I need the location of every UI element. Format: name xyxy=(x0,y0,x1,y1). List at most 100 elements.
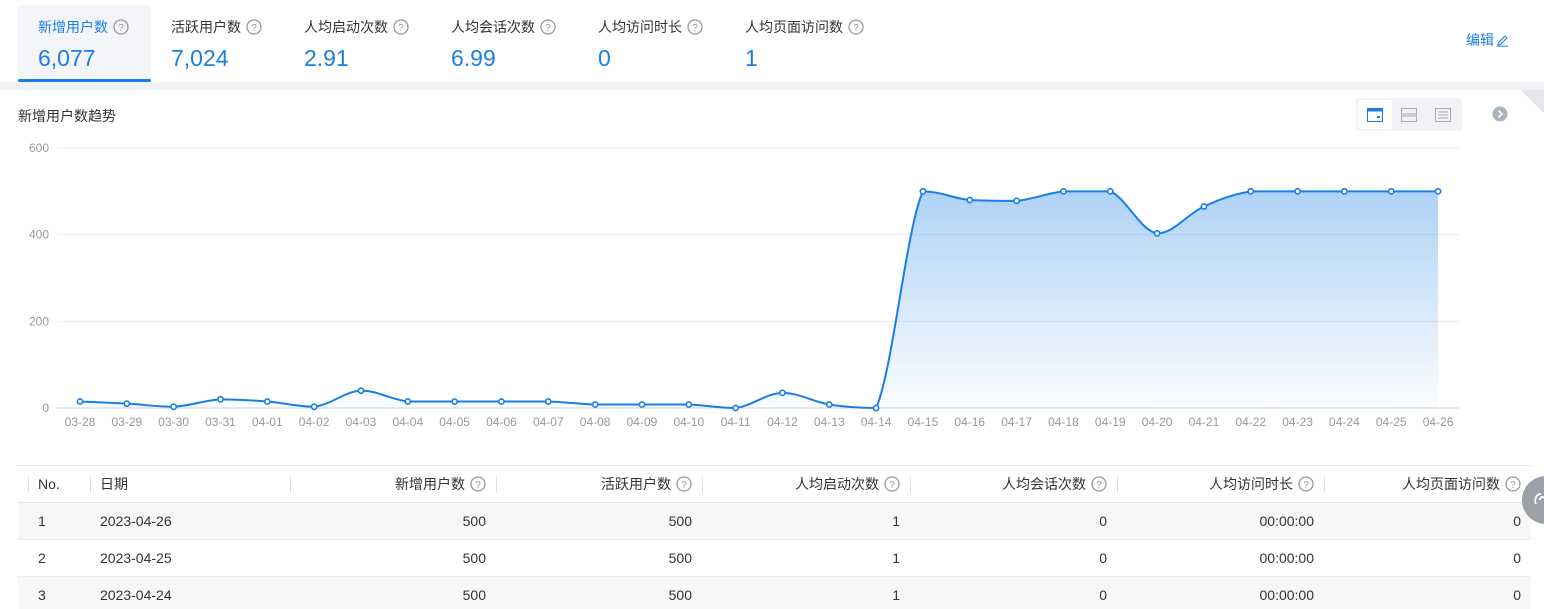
data-point[interactable] xyxy=(310,403,318,411)
analytics-page: 新增用户数? 6,077 活跃用户数? 7,024 人均启动次数? 2.91 人… xyxy=(0,0,1544,609)
svg-text:?: ? xyxy=(251,23,257,34)
help-icon[interactable]: ? xyxy=(1505,476,1521,492)
data-point[interactable] xyxy=(1200,203,1208,210)
data-point[interactable] xyxy=(591,401,599,408)
cell-launches: 1 xyxy=(702,539,910,577)
y-tick-label: 600 xyxy=(29,141,49,155)
column-header-duration[interactable]: 人均访问时长? xyxy=(1117,465,1324,503)
cell-active-users: 500 xyxy=(496,502,702,540)
data-point[interactable] xyxy=(919,187,927,195)
data-point[interactable] xyxy=(544,398,552,405)
data-point[interactable] xyxy=(732,404,740,412)
cell-active-users: 500 xyxy=(496,539,702,577)
help-icon[interactable]: ? xyxy=(687,19,703,35)
help-icon[interactable]: ? xyxy=(113,19,129,35)
data-point[interactable] xyxy=(217,395,224,403)
x-tick-label: 04-06 xyxy=(486,415,517,429)
column-header-date[interactable]: 日期 xyxy=(90,465,290,503)
data-point[interactable] xyxy=(1341,187,1348,195)
list-view-icon xyxy=(1435,107,1451,122)
data-point[interactable] xyxy=(1387,187,1395,195)
data-point[interactable] xyxy=(1106,187,1114,195)
cell-duration: 00:00:00 xyxy=(1117,539,1324,577)
chart-title: 新增用户数趋势 xyxy=(18,108,116,124)
column-header-no[interactable]: No. xyxy=(18,465,90,503)
svg-text:?: ? xyxy=(853,23,859,34)
svg-text:?: ? xyxy=(1510,480,1516,491)
data-point[interactable] xyxy=(825,401,833,408)
section-divider xyxy=(0,82,1544,90)
svg-text:?: ? xyxy=(692,23,698,34)
column-header-sessions[interactable]: 人均会话次数? xyxy=(910,465,1117,503)
x-tick-label: 04-12 xyxy=(767,415,798,429)
x-tick-label: 04-25 xyxy=(1376,415,1407,429)
metric-label: 人均页面访问数 xyxy=(745,19,843,35)
table-row[interactable]: 2 2023-04-25 500 500 1 0 00:00:00 0 xyxy=(18,539,1531,577)
table-row[interactable]: 1 2023-04-26 500 500 1 0 00:00:00 0 xyxy=(18,502,1531,540)
help-icon[interactable]: ? xyxy=(884,476,900,492)
data-point[interactable] xyxy=(685,401,693,408)
x-tick-label: 04-13 xyxy=(814,415,845,429)
x-tick-label: 04-17 xyxy=(1001,415,1032,429)
metric-tab-new-users[interactable]: 新增用户数? 6,077 xyxy=(18,5,151,82)
help-icon[interactable]: ? xyxy=(1298,476,1314,492)
metric-tab-pageviews-per-user[interactable]: 人均页面访问数? 1 xyxy=(725,5,885,82)
x-tick-label: 04-07 xyxy=(533,415,564,429)
data-point[interactable] xyxy=(498,398,505,405)
data-point[interactable] xyxy=(1013,197,1020,205)
data-point[interactable] xyxy=(1247,187,1255,195)
list-view-button[interactable] xyxy=(1426,100,1460,129)
column-header-active-users[interactable]: 活跃用户数? xyxy=(496,465,702,503)
svg-text:?: ? xyxy=(1096,480,1102,491)
data-point[interactable] xyxy=(170,403,178,411)
x-tick-label: 04-24 xyxy=(1329,415,1360,429)
cell-pageviews: 0 xyxy=(1324,502,1531,540)
data-point[interactable] xyxy=(1060,187,1067,195)
data-point[interactable] xyxy=(263,398,271,405)
feedback-icon xyxy=(1534,493,1544,505)
help-icon[interactable]: ? xyxy=(393,19,409,35)
help-icon[interactable]: ? xyxy=(246,19,262,35)
x-tick-label: 04-20 xyxy=(1142,415,1173,429)
svg-text:?: ? xyxy=(475,480,481,491)
metric-tab-active-users[interactable]: 活跃用户数? 7,024 xyxy=(151,5,284,82)
x-tick-label: 03-30 xyxy=(158,415,189,429)
data-point[interactable] xyxy=(1294,187,1301,195)
cell-new-users: 500 xyxy=(290,539,496,577)
help-icon[interactable]: ? xyxy=(676,476,692,492)
help-icon[interactable]: ? xyxy=(1091,476,1107,492)
metric-tabs: 新增用户数? 6,077 活跃用户数? 7,024 人均启动次数? 2.91 人… xyxy=(0,0,1544,82)
data-point[interactable] xyxy=(404,398,412,405)
data-point[interactable] xyxy=(1434,187,1442,195)
data-point[interactable] xyxy=(357,387,365,395)
chevron-right-icon[interactable] xyxy=(1492,106,1508,122)
column-header-pageviews[interactable]: 人均页面访问数? xyxy=(1324,465,1531,503)
x-tick-label: 04-22 xyxy=(1235,415,1266,429)
data-point[interactable] xyxy=(966,196,974,204)
data-point[interactable] xyxy=(451,398,459,405)
data-point[interactable] xyxy=(1153,229,1161,237)
data-point[interactable] xyxy=(779,389,786,397)
help-icon[interactable]: ? xyxy=(540,19,556,35)
help-icon[interactable]: ? xyxy=(848,19,864,35)
table-row[interactable]: 3 2023-04-24 500 500 1 0 00:00:00 0 xyxy=(18,576,1531,609)
help-icon[interactable]: ? xyxy=(470,476,486,492)
data-point[interactable] xyxy=(123,400,131,408)
edit-button[interactable]: 编辑 xyxy=(1466,30,1509,50)
data-point[interactable] xyxy=(872,404,880,412)
data-point[interactable] xyxy=(76,398,84,405)
cell-no: 3 xyxy=(18,576,90,609)
card-view-button[interactable] xyxy=(1358,100,1392,129)
x-tick-label: 04-16 xyxy=(954,415,985,429)
column-header-new-users[interactable]: 新增用户数? xyxy=(290,465,496,503)
metric-label: 人均会话次数 xyxy=(451,19,535,35)
series-area xyxy=(80,191,1439,408)
metric-tab-sessions-per-user[interactable]: 人均会话次数? 6.99 xyxy=(431,5,578,82)
split-view-button[interactable] xyxy=(1392,100,1426,129)
column-header-launches[interactable]: 人均启动次数? xyxy=(702,465,910,503)
metric-tab-launches-per-user[interactable]: 人均启动次数? 2.91 xyxy=(284,5,431,82)
metric-tab-visit-duration[interactable]: 人均访问时长? 0 xyxy=(578,5,725,82)
metric-label: 新增用户数 xyxy=(38,19,108,35)
cell-sessions: 0 xyxy=(910,502,1117,540)
data-point[interactable] xyxy=(638,401,646,408)
